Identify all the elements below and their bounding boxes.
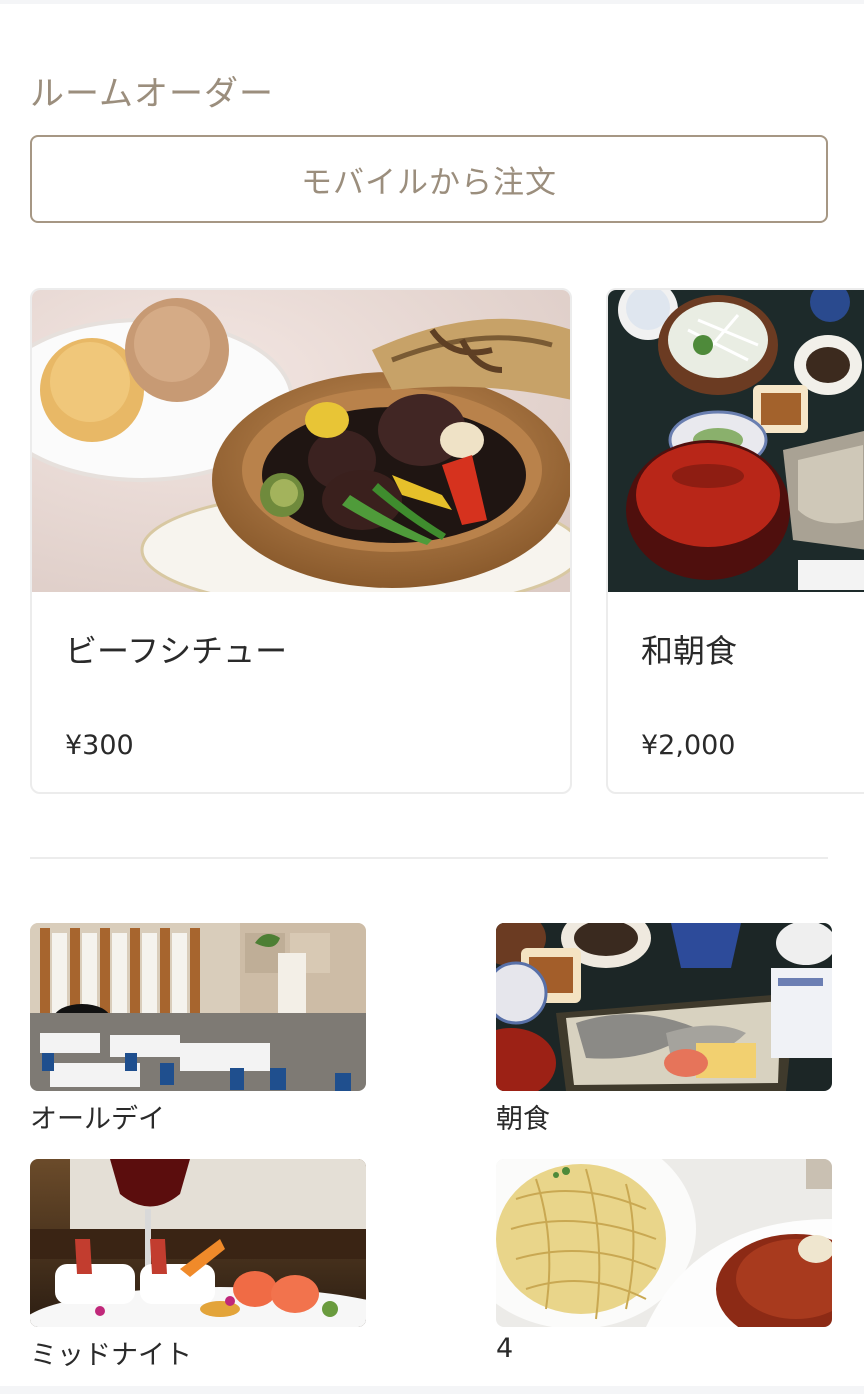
featured-card-name: ビーフシチュー — [65, 632, 288, 670]
category-label: 朝食 — [496, 1104, 550, 1135]
category-label: ミッドナイト — [30, 1340, 192, 1371]
featured-card-price: ¥2,000 — [641, 730, 736, 761]
featured-card-japanese-breakfast[interactable]: 和朝食 ¥2,000 — [606, 288, 864, 794]
page-title: ルームオーダー — [30, 74, 274, 114]
category-label: 4 — [496, 1333, 514, 1364]
category-label: オールデイ — [30, 1104, 165, 1135]
mobile-order-button[interactable]: モバイルから注文 — [30, 135, 828, 223]
featured-card-beef-stew[interactable]: ビーフシチュー ¥300 — [30, 288, 572, 794]
midnight-plate-photo — [30, 1159, 366, 1327]
breakfast-photo — [496, 923, 832, 1091]
pasta-photo — [496, 1159, 832, 1327]
japanese-breakfast-photo — [608, 290, 864, 592]
category-breakfast[interactable]: 朝食 — [496, 923, 832, 1136]
room-order-page: ルームオーダー モバイルから注文 ビーフシチュー ¥300 和朝食 ¥2,000… — [0, 4, 864, 1386]
featured-card-price: ¥300 — [65, 730, 134, 761]
section-divider — [30, 857, 828, 859]
dining-hall-photo — [30, 923, 366, 1091]
category-midnight[interactable]: ミッドナイト — [30, 1159, 366, 1372]
category-all-day[interactable]: オールデイ — [30, 923, 366, 1136]
beef-stew-photo — [32, 290, 570, 592]
featured-carousel[interactable]: ビーフシチュー ¥300 和朝食 ¥2,000 — [30, 288, 864, 794]
category-4[interactable]: 4 — [496, 1159, 832, 1364]
featured-card-name: 和朝食 — [641, 632, 738, 670]
